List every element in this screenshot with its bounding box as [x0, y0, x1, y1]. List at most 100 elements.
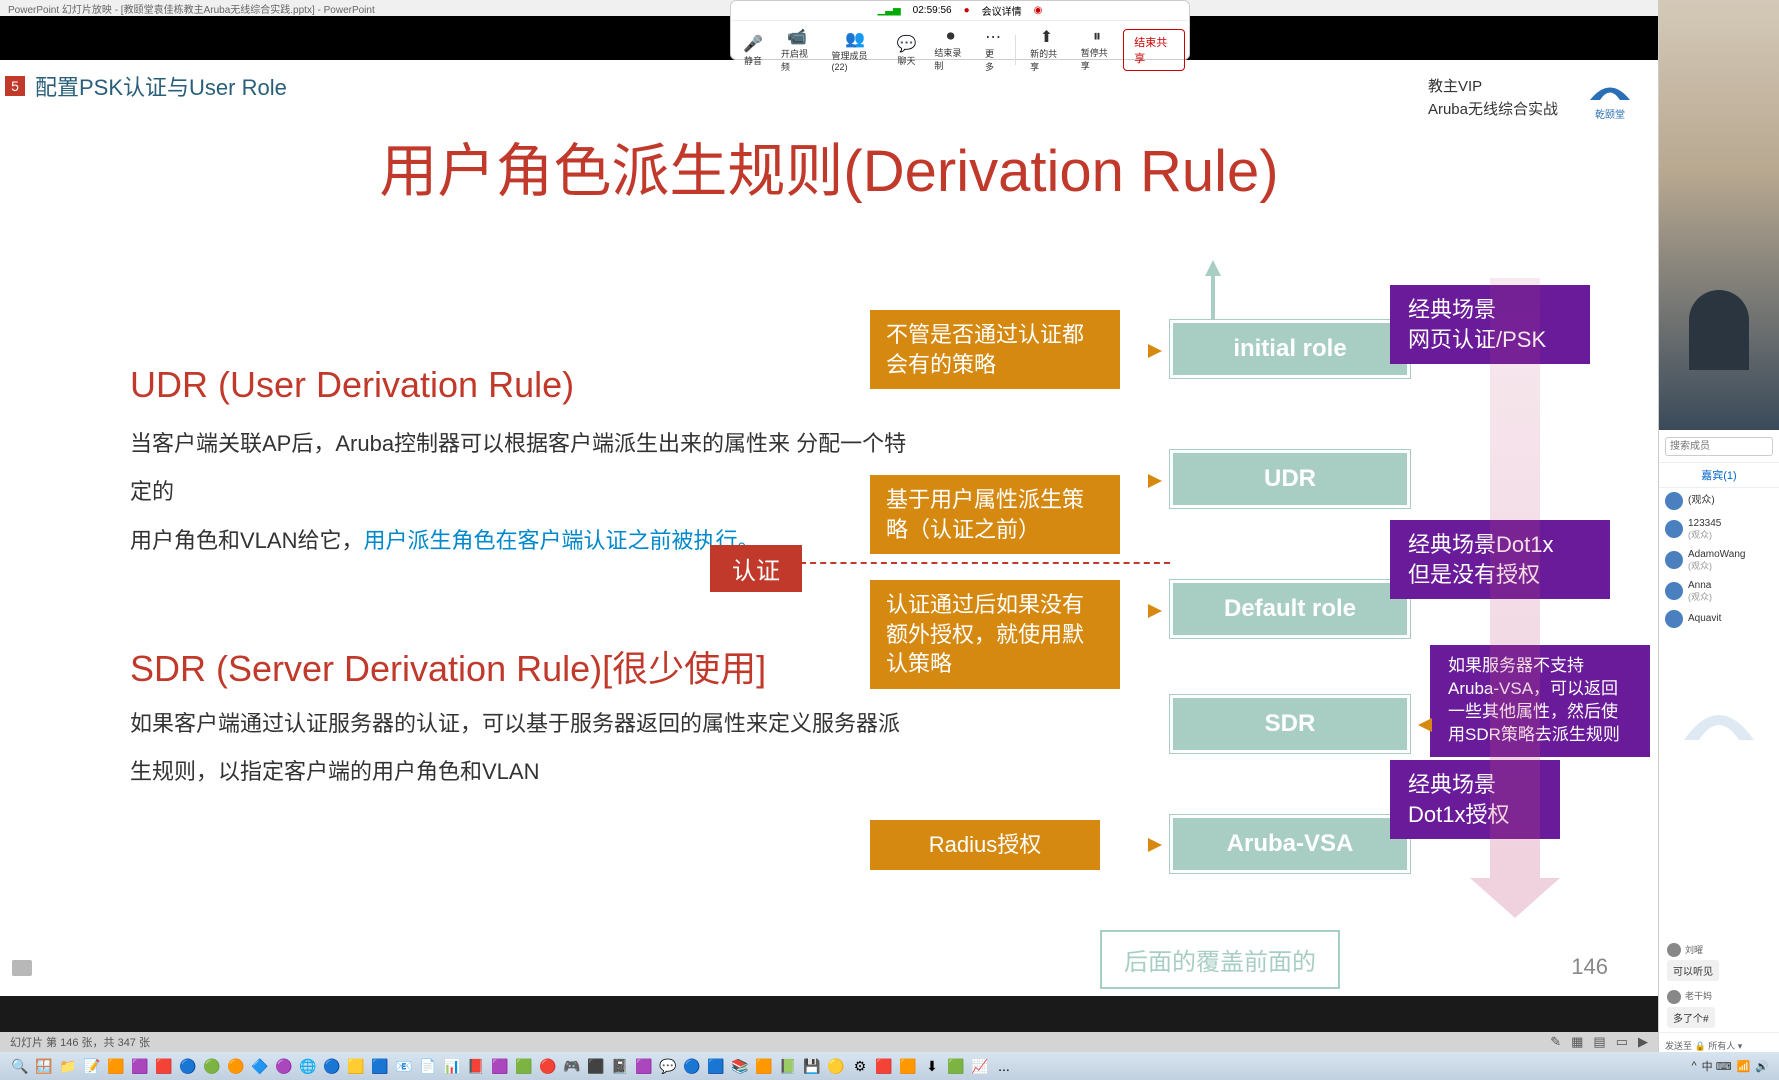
participant-item[interactable]: Anna(观众) [1659, 576, 1779, 607]
taskbar-app-icon[interactable]: 📊 [442, 1056, 462, 1076]
search-members-input[interactable] [1665, 437, 1773, 456]
view-sorter-icon[interactable]: ▤ [1593, 1034, 1605, 1050]
participant-item[interactable]: (观众) [1659, 488, 1779, 514]
flow-initial-role: initial role [1170, 320, 1410, 378]
taskbar-app-icon[interactable]: 🔵 [682, 1056, 702, 1076]
stop-record-icon: ⏺ [947, 28, 955, 46]
people-icon: 👥 [845, 29, 865, 49]
taskbar-app-icon[interactable]: ⚙ [850, 1056, 870, 1076]
view-normal-icon[interactable]: ▦ [1571, 1034, 1583, 1050]
meeting-detail[interactable]: 会议详情 [982, 3, 1022, 18]
taskbar-app-icon[interactable]: 🎮 [562, 1056, 582, 1076]
connector-arrow-icon [1148, 474, 1162, 488]
tray-wifi-icon[interactable]: 📶 [1737, 1060, 1751, 1073]
taskbar-app-icon[interactable]: 🟪 [490, 1056, 510, 1076]
tray-volume-icon[interactable]: 🔊 [1755, 1060, 1769, 1073]
taskbar-app-icon[interactable]: 🟧 [754, 1056, 774, 1076]
avatar [1665, 492, 1683, 510]
participant-item[interactable]: 123345(观众) [1659, 514, 1779, 545]
taskbar-app-icon[interactable]: 🟦 [706, 1056, 726, 1076]
auth-dashed-line [800, 562, 1170, 564]
ime-indicator[interactable]: 中 ⌨ [1702, 1058, 1732, 1074]
taskbar-app-icon[interactable]: 🌐 [298, 1056, 318, 1076]
participant-item[interactable]: AdamoWang(观众) [1659, 545, 1779, 576]
chat-icon: 💬 [896, 34, 916, 54]
presenter-webcam [1659, 0, 1779, 430]
taskbar-app-icon[interactable]: 🟪 [634, 1056, 654, 1076]
taskbar-app-icon[interactable]: ⬛ [586, 1056, 606, 1076]
taskbar-app-icon[interactable]: 🔵 [178, 1056, 198, 1076]
taskbar-app-icon[interactable]: 💬 [658, 1056, 678, 1076]
slide-area: 5 配置PSK认证与User Role 教主VIP Aruba无线综合实战 乾颐… [0, 16, 1658, 996]
taskbar-app-icon[interactable]: 📗 [778, 1056, 798, 1076]
udr-heading: UDR (User Derivation Rule) [130, 364, 574, 406]
participant-item[interactable]: Aquavit [1659, 606, 1779, 632]
taskbar-app-icon[interactable]: 📕 [466, 1056, 486, 1076]
chat-button[interactable]: 💬聊天 [888, 32, 924, 69]
taskbar-app-icon[interactable]: 🟧 [898, 1056, 918, 1076]
taskbar-app-icon[interactable]: 📓 [610, 1056, 630, 1076]
end-record-button[interactable]: ⏺结束录制 [926, 26, 975, 74]
taskbar-app-icon[interactable]: 🔵 [322, 1056, 342, 1076]
taskbar-app-icon[interactable]: 🔴 [538, 1056, 558, 1076]
taskbar-app-icon[interactable]: 🟠 [226, 1056, 246, 1076]
record-icon: ● [964, 5, 970, 16]
meeting-toolbar: ▁▃▅ 02:59:56 ● 会议详情 ◉ 🎤静音 📹开启视频 👥管理成员(22… [730, 0, 1190, 60]
signal-icon: ▁▃▅ [878, 5, 901, 16]
hamburger-icon[interactable] [12, 960, 32, 976]
pause-icon: ⏸ [1093, 28, 1101, 46]
taskbar-app-icon[interactable]: 📁 [58, 1056, 78, 1076]
watermark-logo [1669, 680, 1769, 780]
pen-icon[interactable]: ✎ [1550, 1034, 1561, 1050]
taskbar-app-icon[interactable]: 🟧 [106, 1056, 126, 1076]
new-share-button[interactable]: ⬆新的共享 [1022, 25, 1071, 75]
taskbar-app-icon[interactable]: 🟨 [346, 1056, 366, 1076]
taskbar-app-icon[interactable]: 🪟 [34, 1056, 54, 1076]
desc-radius: Radius授权 [870, 820, 1100, 870]
share-icon: ⬆ [1040, 27, 1053, 47]
meeting-time: 02:59:56 [913, 5, 952, 16]
view-slideshow-icon[interactable]: ▶ [1638, 1034, 1648, 1050]
priority-arrow [1490, 278, 1540, 878]
camera-icon: 📹 [787, 27, 807, 47]
taskbar-app-icon[interactable]: 📄 [418, 1056, 438, 1076]
tab-guests[interactable]: 嘉宾(1) [1659, 463, 1779, 488]
flow-aruba-vsa: Aruba-VSA [1170, 815, 1410, 873]
taskbar-app-icon[interactable]: 📝 [82, 1056, 102, 1076]
taskbar-app-icon[interactable]: 🟦 [370, 1056, 390, 1076]
avatar [1665, 520, 1683, 538]
taskbar-app-icon[interactable]: 🟥 [874, 1056, 894, 1076]
more-button[interactable]: ⋯更多 [977, 25, 1009, 75]
flow-sdr: SDR [1170, 695, 1410, 753]
taskbar-app-icon[interactable]: 📚 [730, 1056, 750, 1076]
manage-members-button[interactable]: 👥管理成员(22) [823, 27, 886, 74]
taskbar-app-icon[interactable]: ... [994, 1056, 1014, 1076]
send-to-label[interactable]: 发送至 🔒 所有人 ▾ [1665, 1039, 1773, 1052]
taskbar-app-icon[interactable]: 🔍 [10, 1056, 30, 1076]
video-button[interactable]: 📹开启视频 [773, 25, 822, 75]
override-note: 后面的覆盖前面的 [1100, 930, 1340, 989]
taskbar-app-icon[interactable]: 🟡 [826, 1056, 846, 1076]
pause-share-button[interactable]: ⏸暂停共享 [1073, 26, 1122, 74]
taskbar-app-icon[interactable]: 🟪 [130, 1056, 150, 1076]
slide-content: 5 配置PSK认证与User Role 教主VIP Aruba无线综合实战 乾颐… [0, 60, 1658, 996]
taskbar-app-icon[interactable]: 📧 [394, 1056, 414, 1076]
taskbar-app-icon[interactable]: 🟩 [946, 1056, 966, 1076]
connector-arrow-icon [1418, 718, 1432, 732]
taskbar-app-icon[interactable]: 🟩 [514, 1056, 534, 1076]
end-share-button[interactable]: 结束共享 [1123, 29, 1185, 71]
taskbar-app-icon[interactable]: 💾 [802, 1056, 822, 1076]
connector-arrow-icon [1148, 344, 1162, 358]
taskbar-app-icon[interactable]: 📈 [970, 1056, 990, 1076]
corner-info: 教主VIP Aruba无线综合实战 [1428, 76, 1558, 121]
taskbar-app-icon[interactable]: 🔷 [250, 1056, 270, 1076]
taskbar-app-icon[interactable]: 🟢 [202, 1056, 222, 1076]
taskbar-app-icon[interactable]: ⬇ [922, 1056, 942, 1076]
section-number: 5 [5, 76, 25, 96]
taskbar-app-icon[interactable]: 🟥 [154, 1056, 174, 1076]
tray-up-icon[interactable]: ^ [1691, 1060, 1696, 1072]
mute-button[interactable]: 🎤静音 [735, 32, 771, 69]
view-reading-icon[interactable]: ▭ [1616, 1034, 1628, 1050]
taskbar-app-icon[interactable]: 🟣 [274, 1056, 294, 1076]
mic-icon: 🎤 [743, 34, 763, 54]
